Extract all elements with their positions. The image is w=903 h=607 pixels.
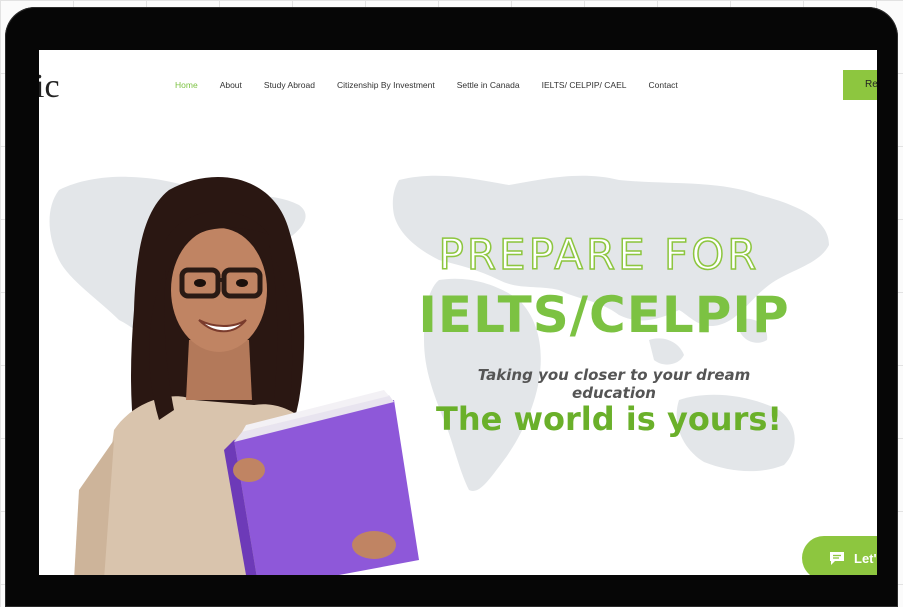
- nav-item-ielts[interactable]: IELTS/ CELPIP/ CAEL: [542, 80, 627, 90]
- nav-item-home[interactable]: Home: [175, 80, 198, 90]
- hero-heading-line1: PREPARE FOR: [438, 229, 760, 280]
- hero-heading-line2: IELTS/CELPIP: [418, 286, 790, 344]
- main-navigation: Home About Study Abroad Citizenship By I…: [175, 80, 700, 90]
- nav-item-about[interactable]: About: [220, 80, 242, 90]
- chat-button[interactable]: Let': [802, 536, 877, 575]
- device-frame: ic Home About Study Abroad Citizenship B…: [5, 7, 898, 607]
- hero-slogan: The world is yours!: [436, 400, 782, 438]
- register-button[interactable]: Re: [843, 70, 877, 100]
- website-screen: ic Home About Study Abroad Citizenship B…: [39, 50, 877, 575]
- hero-tagline: Taking you closer to your dream educatio…: [477, 366, 751, 402]
- chat-icon: [830, 552, 844, 565]
- nav-item-citizenship[interactable]: Citizenship By Investment: [337, 80, 435, 90]
- site-logo[interactable]: ic: [39, 68, 60, 106]
- nav-item-contact[interactable]: Contact: [649, 80, 678, 90]
- nav-item-study-abroad[interactable]: Study Abroad: [264, 80, 315, 90]
- chat-label: Let': [854, 550, 877, 566]
- student-photo: [74, 177, 419, 575]
- nav-item-settle-canada[interactable]: Settle in Canada: [457, 80, 520, 90]
